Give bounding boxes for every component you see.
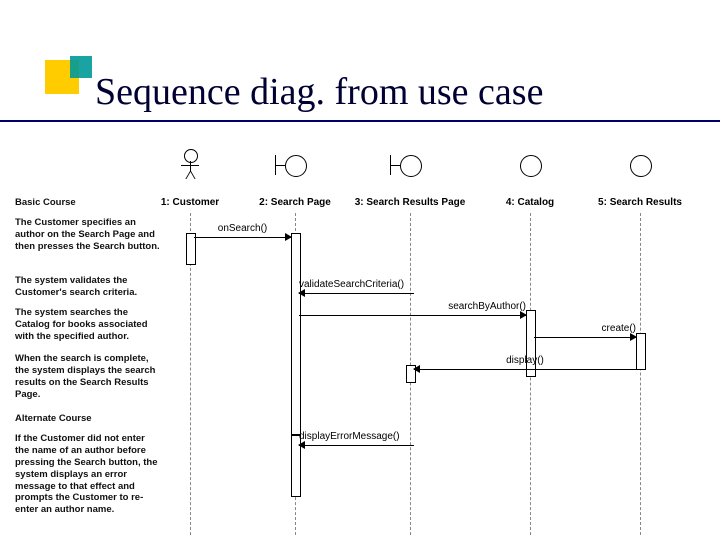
lifeline-label-searchpage: 2: Search Page	[259, 197, 331, 208]
message-create: create()	[534, 327, 636, 341]
lifeline-label-resultspage: 3: Search Results Page	[355, 197, 466, 208]
message-label: create()	[534, 323, 636, 334]
narration-step: The system searches the Catalog for book…	[15, 307, 160, 343]
message-label: onSearch()	[194, 223, 291, 234]
sequence-diagram: 1: Customer 2: Search Page 3: Search Res…	[15, 135, 710, 535]
lifeline-searchresults	[640, 213, 641, 535]
activation-searchpage	[291, 233, 301, 435]
lifeline-label-searchresults: 5: Search Results	[598, 197, 682, 208]
message-label: displayErrorMessage()	[299, 431, 414, 442]
actor-icon	[178, 149, 202, 181]
message-display: display()	[414, 359, 636, 373]
message-label: validateSearchCriteria()	[299, 279, 414, 290]
message-label: display()	[414, 355, 636, 366]
narration-step: The system validates the Customer's sear…	[15, 275, 160, 299]
activation-searchresults	[636, 333, 646, 370]
message-searchbyauthor: searchByAuthor()	[299, 305, 526, 319]
message-onsearch: onSearch()	[194, 227, 291, 241]
lifeline-label-customer: 1: Customer	[161, 197, 219, 208]
title-underline	[0, 120, 720, 122]
heading-basic-course: Basic Course	[15, 197, 160, 209]
entity-icon	[630, 155, 652, 177]
narration-step: If the Customer did not enter the name o…	[15, 433, 160, 516]
slide-accent-teal	[70, 56, 92, 78]
message-label: searchByAuthor()	[299, 301, 526, 312]
heading-alternate-course: Alternate Course	[15, 413, 160, 425]
entity-icon	[520, 155, 542, 177]
message-error: displayErrorMessage()	[299, 435, 414, 449]
message-validate: validateSearchCriteria()	[299, 283, 414, 297]
narration-step: The Customer specifies an author on the …	[15, 217, 160, 253]
narration-step: When the search is complete, the system …	[15, 353, 160, 401]
slide-title: Sequence diag. from use case	[95, 70, 543, 114]
lifeline-label-catalog: 4: Catalog	[506, 197, 554, 208]
